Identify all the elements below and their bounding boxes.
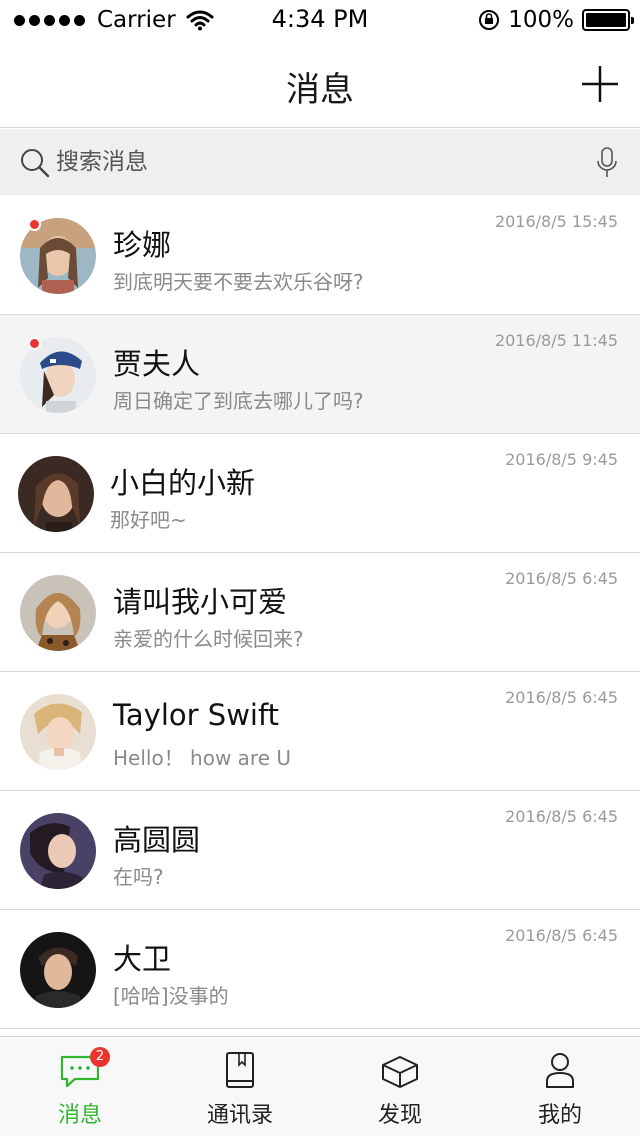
message-preview: 那好吧~ (110, 508, 187, 532)
message-row[interactable]: 大卫 [哈哈]没事的 2016/8/5 6:45 (0, 910, 640, 1029)
tab-label: 我的 (537, 1103, 582, 1128)
avatar (20, 932, 96, 1008)
avatar (20, 813, 96, 889)
tab-contacts[interactable]: 通讯录 (160, 1037, 320, 1136)
message-row[interactable]: 珍娜 到底明天要不要去欢乐谷呀? 2016/8/5 15:45 (0, 196, 640, 315)
contact-name: 大卫 (113, 942, 172, 976)
tab-discover[interactable]: 发现 (320, 1037, 480, 1136)
avatar (20, 575, 96, 651)
search-bar (0, 129, 640, 195)
microphone-icon[interactable] (596, 147, 618, 179)
avatar (18, 456, 94, 532)
navigation-bar: 消息 (0, 40, 640, 128)
message-preview: 周日确定了到底去哪儿了吗? (113, 389, 364, 413)
tab-profile[interactable]: 我的 (480, 1037, 640, 1136)
contacts-book-icon (226, 1052, 254, 1088)
contact-name: 贾夫人 (113, 347, 201, 381)
rotation-lock-icon (479, 10, 500, 30)
discover-box-icon (382, 1056, 418, 1088)
contact-name: 请叫我小可爱 (113, 585, 288, 619)
page-title: 消息 (286, 70, 354, 110)
message-list: 珍娜 到底明天要不要去欢乐谷呀? 2016/8/5 15:45 贾夫人 周日确定… (0, 196, 640, 1029)
contact-name: 高圆圆 (113, 823, 201, 857)
message-row[interactable]: 小白的小新 那好吧~ 2016/8/5 9:45 (0, 434, 640, 553)
unread-badge: 2 (90, 1047, 110, 1067)
status-right: 100% (478, 6, 634, 34)
tab-label: 消息 (57, 1103, 102, 1128)
search-input[interactable] (56, 143, 576, 181)
message-time: 2016/8/5 9:45 (505, 450, 618, 469)
message-preview: 亲爱的什么时候回来? (113, 627, 304, 651)
avatar (20, 694, 96, 770)
tab-bar: 2 消息 通讯录 发现 我的 (0, 1036, 640, 1136)
message-row[interactable]: 请叫我小可爱 亲爱的什么时候回来? 2016/8/5 6:45 (0, 553, 640, 672)
contact-name: 小白的小新 (110, 466, 256, 500)
unread-indicator (28, 218, 41, 231)
contact-name: Taylor Swift (113, 698, 280, 732)
message-row[interactable]: 高圆圆 在吗? 2016/8/5 6:45 (0, 791, 640, 910)
message-preview: 到底明天要不要去欢乐谷呀? (113, 270, 364, 294)
status-bar: Carrier 4:34 PM 100% (0, 0, 640, 40)
message-row[interactable]: Taylor Swift Hello！ how are U 2016/8/5 6… (0, 672, 640, 791)
unread-indicator (28, 337, 41, 350)
message-time: 2016/8/5 11:45 (494, 331, 618, 350)
plus-icon[interactable] (580, 64, 620, 104)
battery-icon (582, 9, 634, 31)
tab-label: 通讯录 (206, 1103, 273, 1128)
contact-name: 珍娜 (113, 228, 172, 262)
message-row[interactable]: 贾夫人 周日确定了到底去哪儿了吗? 2016/8/5 11:45 (0, 315, 640, 434)
profile-icon (546, 1053, 574, 1088)
message-time: 2016/8/5 15:45 (494, 212, 618, 231)
message-time: 2016/8/5 6:45 (505, 569, 618, 588)
message-time: 2016/8/5 6:45 (505, 688, 618, 707)
tab-messages[interactable]: 2 消息 (0, 1037, 160, 1136)
message-time: 2016/8/5 6:45 (505, 807, 618, 826)
message-preview: [哈哈]没事的 (113, 984, 229, 1008)
battery-percentage: 100% (508, 7, 574, 33)
message-time: 2016/8/5 6:45 (505, 926, 618, 945)
search-icon (21, 149, 50, 178)
tab-label: 发现 (377, 1103, 422, 1128)
message-preview: Hello！ how are U (113, 746, 292, 770)
message-preview: 在吗? (113, 865, 164, 889)
